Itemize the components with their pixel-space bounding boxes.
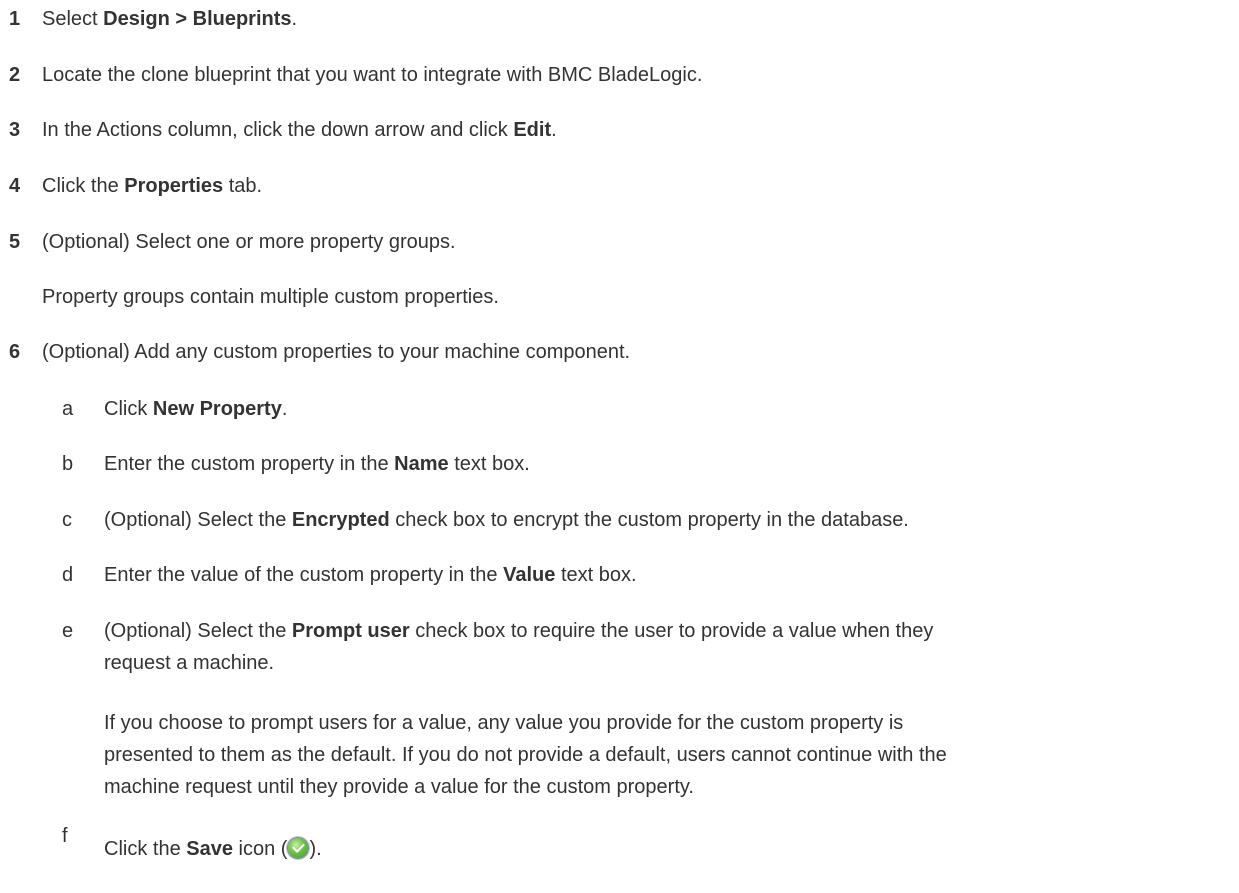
step-text-end: text box. (448, 453, 530, 475)
substep-d-text: Enter the value of the custom property i… (104, 563, 637, 587)
step-number: 5 (9, 231, 21, 253)
substep-f-text: Click the Save icon (). (104, 837, 322, 861)
ui-term: Properties (124, 175, 224, 197)
substep-a-text: Click New Property. (104, 397, 287, 421)
substep-b-text: Enter the custom property in the Name te… (104, 452, 530, 476)
step-text-end: ). (309, 838, 322, 860)
step-text: Click the (104, 838, 187, 860)
substep-e-text: (Optional) Select the Prompt user check … (104, 619, 933, 643)
step-number: 2 (9, 64, 21, 86)
substep-letter: e (62, 620, 74, 642)
substep-c-text: (Optional) Select the Encrypted check bo… (104, 508, 909, 532)
paragraph-line: machine request until they provide a val… (104, 776, 694, 798)
paragraph-line: presented to them as the default. If you… (104, 744, 947, 766)
step-5-text: (Optional) Select one or more property g… (42, 231, 456, 253)
step-1-text: Select Design > Blueprints. (42, 7, 297, 31)
step-text-end: . (291, 8, 298, 30)
substep-letter: d (62, 564, 74, 586)
step-2-text: Locate the clone blueprint that you want… (42, 64, 703, 86)
step-text-end: text box. (555, 564, 637, 586)
step-number: 3 (9, 119, 21, 141)
step-number: 4 (9, 175, 21, 197)
ui-term: Name (394, 453, 449, 475)
step-5-note: Property groups contain multiple custom … (42, 286, 499, 308)
paragraph-line: If you choose to prompt users for a valu… (104, 712, 904, 734)
step-text: (Optional) Select the (104, 509, 292, 531)
substep-letter: b (62, 453, 74, 475)
step-3-text: In the Actions column, click the down ar… (42, 118, 557, 142)
step-text: Click the (42, 175, 125, 197)
step-number: 1 (9, 8, 21, 30)
step-4-text: Click the Properties tab. (42, 174, 262, 198)
menu-path: Design > Blueprints (103, 8, 292, 30)
step-text-end: . (551, 119, 557, 141)
substep-letter: c (62, 509, 72, 531)
substep-e-continued: request a machine. (104, 652, 275, 674)
step-text: Select (42, 8, 104, 30)
step-text-end: . (281, 398, 288, 420)
step-6-text: (Optional) Add any custom properties to … (42, 341, 631, 363)
substep-letter: a (62, 398, 74, 420)
step-text-end: tab. (223, 175, 263, 197)
substep-letter: f (62, 825, 68, 847)
step-number: 6 (9, 341, 21, 363)
step-text-end: check box to encrypt the custom property… (389, 509, 909, 531)
step-text: Click (104, 398, 153, 420)
step-text: Enter the value of the custom property i… (104, 564, 504, 586)
ui-term: Value (503, 564, 556, 586)
step-text: icon ( (232, 838, 288, 860)
save-check-icon (288, 838, 309, 858)
ui-term: Prompt user (291, 620, 410, 642)
step-text: (Optional) Select the (104, 620, 292, 642)
step-text: In the Actions column, click the down ar… (42, 119, 514, 141)
ui-term: Save (186, 838, 233, 860)
step-text: Enter the custom property in the (104, 453, 395, 475)
step-text-end: check box to require the user to provide… (409, 620, 934, 642)
ui-term: Edit (513, 119, 552, 141)
document-body: 1 Select Design > Blueprints. 2 Locate t… (0, 0, 1239, 893)
ui-term: Encrypted (291, 509, 390, 531)
ui-term: New Property (152, 398, 282, 420)
